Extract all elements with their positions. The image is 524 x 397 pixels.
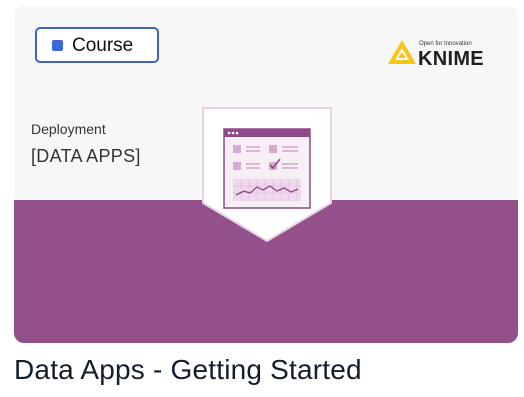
logo-wordmark: KNIME [418, 48, 484, 70]
knime-triangle-icon [388, 40, 416, 64]
course-category-tag: [DATA APPS] [31, 146, 141, 166]
badge-label: Course [72, 34, 134, 56]
course-card[interactable]: Course Open for Innovation KNIME Deploym… [14, 6, 518, 343]
course-title[interactable]: Data Apps - Getting Started [14, 354, 362, 386]
knime-logo: Open for Innovation KNIME [387, 38, 491, 70]
course-badge: Course [35, 27, 159, 63]
logo-tagline: Open for Innovation [419, 41, 472, 47]
course-category: Deployment [31, 121, 106, 137]
dashboard-data-app-icon [202, 107, 332, 243]
badge-square-icon [52, 39, 63, 51]
